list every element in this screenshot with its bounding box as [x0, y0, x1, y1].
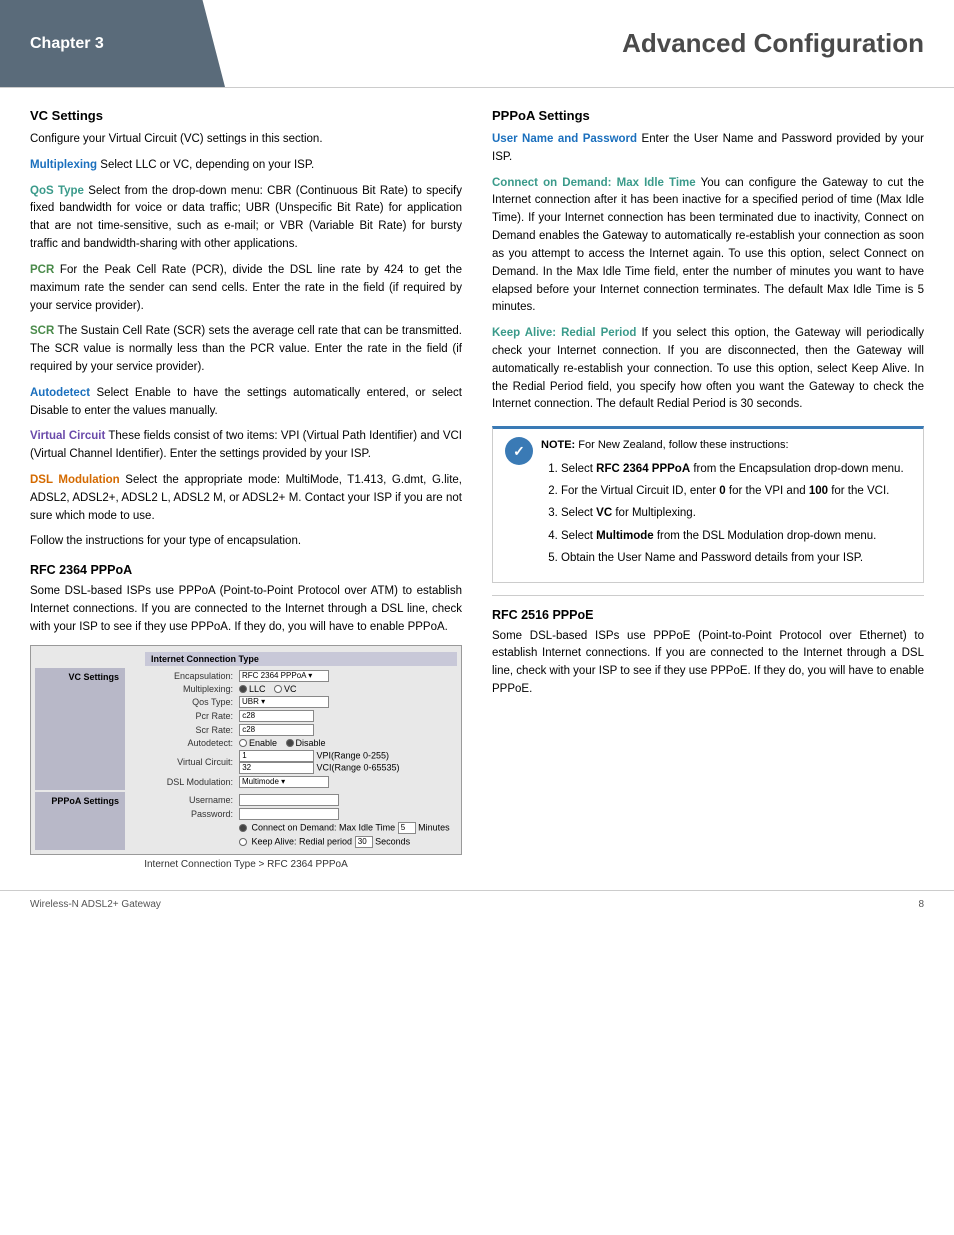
follow-instructions: Follow the instructions for your type of…	[30, 533, 462, 551]
ss-username-row: Username:	[129, 794, 457, 806]
dsl-modulation-term: DSL Modulation	[30, 474, 120, 486]
scr-term: SCR	[30, 325, 54, 337]
connect-demand-term: Connect on Demand: Max Idle Time	[492, 177, 696, 189]
scr-para: SCR The Sustain Cell Rate (SCR) sets the…	[30, 323, 462, 376]
page-header: Chapter 3 Advanced Configuration	[0, 0, 954, 88]
qos-text: Select from the drop-down menu: CBR (Con…	[30, 185, 462, 250]
ss-autodetect-row: Autodetect: Enable Disable	[129, 738, 457, 748]
pcr-text: For the Peak Cell Rate (PCR), divide the…	[30, 264, 462, 312]
keep-alive-term: Keep Alive: Redial Period	[492, 327, 636, 339]
ss-dslmod-row: DSL Modulation: Multimode ▾	[129, 776, 457, 788]
rfc2516-text: Some DSL-based ISPs use PPPoE (Point-to-…	[492, 628, 924, 699]
autodetect-para: Autodetect Select Enable to have the set…	[30, 385, 462, 421]
note-text: For New Zealand, follow these instructio…	[575, 439, 788, 451]
multiplexing-text: Select LLC or VC, depending on your ISP.	[97, 159, 314, 171]
screenshot-area: Internet Connection Type VC Settings Enc…	[30, 645, 462, 855]
pcr-para: PCR For the Peak Cell Rate (PCR), divide…	[30, 262, 462, 315]
page-title: Advanced Configuration	[225, 0, 954, 87]
autodetect-text: Select Enable to have the settings autom…	[30, 387, 462, 417]
ss-keepalive-row: Keep Alive: Redial period 30 Seconds	[129, 836, 457, 848]
scr-text: The Sustain Cell Rate (SCR) sets the ave…	[30, 325, 462, 373]
connect-demand-para: Connect on Demand: Max Idle Time You can…	[492, 175, 924, 318]
main-content: VC Settings Configure your Virtual Circu…	[0, 88, 954, 890]
list-item: Obtain the User Name and Password detail…	[561, 549, 904, 567]
right-column: PPPoA Settings User Name and Password En…	[492, 108, 924, 870]
note-label: NOTE:	[541, 439, 575, 451]
ss-qos-row: Qos Type: UBR ▾	[129, 696, 457, 708]
note-numbered-list: Select RFC 2364 PPPoA from the Encapsula…	[561, 460, 904, 568]
virtual-circuit-para: Virtual Circuit These fields consist of …	[30, 428, 462, 464]
vc-settings-intro: Configure your Virtual Circuit (VC) sett…	[30, 131, 462, 149]
autodetect-term: Autodetect	[30, 387, 90, 399]
connect-demand-text: You can configure the Gateway to cut the…	[492, 177, 924, 314]
chapter-label: Chapter 3	[0, 0, 225, 87]
ss-encapsulation-row: Encapsulation: RFC 2364 PPPoA ▾	[129, 670, 457, 682]
footer-right: 8	[918, 899, 924, 910]
pppoa-settings-section-label: PPPoA Settings	[35, 792, 125, 850]
keep-alive-para: Keep Alive: Redial Period If you select …	[492, 325, 924, 414]
screenshot-header-row: Internet Connection Type	[35, 652, 457, 666]
multiplexing-para: Multiplexing Select LLC or VC, depending…	[30, 157, 462, 175]
pppoa-heading: PPPoA Settings	[492, 108, 924, 123]
keep-alive-text: If you select this option, the Gateway w…	[492, 327, 924, 410]
footer-left: Wireless-N ADSL2+ Gateway	[30, 899, 161, 910]
page-footer: Wireless-N ADSL2+ Gateway 8	[0, 890, 954, 918]
note-content: NOTE: For New Zealand, follow these inst…	[541, 437, 904, 573]
vc-settings-section-label: VC Settings	[35, 668, 125, 790]
ss-password-row: Password:	[129, 808, 457, 820]
ss-multiplexing-row: Multiplexing: LLC VC	[129, 684, 457, 694]
user-name-para: User Name and Password Enter the User Na…	[492, 131, 924, 167]
rfc2516-heading: RFC 2516 PPPoE	[492, 608, 924, 622]
screenshot-caption: Internet Connection Type > RFC 2364 PPPo…	[30, 859, 462, 870]
chapter-text: Chapter 3	[30, 35, 104, 53]
virtual-circuit-term: Virtual Circuit	[30, 430, 105, 442]
list-item: Select RFC 2364 PPPoA from the Encapsula…	[561, 460, 904, 478]
qos-para: QoS Type Select from the drop-down menu:…	[30, 183, 462, 254]
multiplexing-term: Multiplexing	[30, 159, 97, 171]
note-icon: ✓	[505, 437, 533, 465]
note-box: ✓ NOTE: For New Zealand, follow these in…	[492, 426, 924, 582]
vc-settings-heading: VC Settings	[30, 108, 462, 123]
title-text: Advanced Configuration	[622, 28, 924, 59]
ss-virtualcircuit-row: Virtual Circuit: 1 VPI(Range 0-255) 32 V…	[129, 750, 457, 774]
rfc2364-heading: RFC 2364 PPPoA	[30, 563, 462, 577]
rfc2364-intro: Some DSL-based ISPs use PPPoA (Point-to-…	[30, 583, 462, 636]
user-name-term: User Name and Password	[492, 133, 637, 145]
list-item: Select Multimode from the DSL Modulation…	[561, 527, 904, 545]
ss-scr-row: Scr Rate: c28	[129, 724, 457, 736]
qos-term: QoS Type	[30, 185, 84, 197]
list-item: For the Virtual Circuit ID, enter 0 for …	[561, 482, 904, 500]
left-column: VC Settings Configure your Virtual Circu…	[30, 108, 462, 870]
divider	[492, 595, 924, 596]
ss-connect-demand-row: Connect on Demand: Max Idle Time 5 Minut…	[129, 822, 457, 834]
dsl-modulation-para: DSL Modulation Select the appropriate mo…	[30, 472, 462, 525]
ss-pcr-row: Pcr Rate: c28	[129, 710, 457, 722]
list-item: Select VC for Multiplexing.	[561, 504, 904, 522]
pcr-term: PCR	[30, 264, 54, 276]
